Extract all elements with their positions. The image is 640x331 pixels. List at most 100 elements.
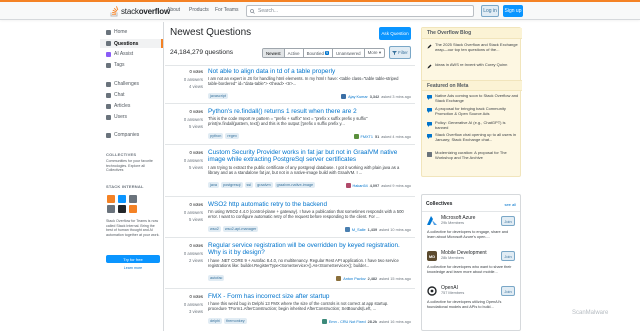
tag-wso2[interactable]: wso2	[208, 226, 221, 232]
sidebar-item-tags[interactable]: Tags	[106, 62, 125, 68]
sidebar-item-home[interactable]: Home	[106, 29, 127, 35]
meta-item-link[interactable]: Modernizing curation: A proposal for The…	[435, 150, 519, 161]
join-button[interactable]: Join	[501, 216, 515, 226]
tab-active[interactable]: Active	[285, 49, 304, 57]
openai-logo[interactable]	[427, 286, 437, 296]
meta-item-link[interactable]: A proposal for bringing back Community P…	[435, 106, 519, 117]
sidebar-item-questions[interactable]: Questions	[100, 39, 163, 48]
microsoft-azure-logo[interactable]	[427, 216, 437, 226]
collectives-widget: Collectives see all Microsoft Azure 29k …	[421, 194, 521, 331]
join-button[interactable]: Join	[501, 251, 515, 261]
question-excerpt: I have this weird bug in Delphi 13 FMX w…	[208, 301, 389, 311]
filter-button[interactable]: Filter	[389, 46, 411, 59]
meta-item-link[interactable]: Stack Overflow chat opening up to all us…	[435, 132, 519, 143]
asked-time: asked 16 mins ago	[379, 319, 411, 324]
question-tags: java postgresql ssl graalvm graalvm-nati…	[208, 182, 316, 188]
user-name-link[interactable]: M_Salle	[352, 228, 366, 232]
tag-firemonkey[interactable]: firemonkey	[224, 318, 247, 324]
sidebar-item-articles[interactable]: Articles	[106, 103, 130, 109]
tag-java[interactable]: java	[208, 182, 219, 188]
question-count: 24,184,279 questions	[170, 49, 234, 56]
nav-for-teams[interactable]: For Teams	[215, 7, 239, 13]
divider	[422, 211, 520, 212]
ask-question-button[interactable]: Ask Question	[379, 27, 411, 40]
scanmalware-watermark: ScanMalware	[572, 310, 609, 316]
tag-wso2-api-manager[interactable]: wso2-api-manager	[222, 226, 259, 232]
tag-postgresql[interactable]: postgresql	[220, 182, 243, 188]
sidebar-item-chat[interactable]: Chat	[106, 92, 125, 98]
answer-count: 0 answers	[183, 157, 203, 163]
signup-button[interactable]: Sign up	[503, 5, 523, 17]
collective-description: A collective for developers utilizing Op…	[427, 300, 502, 309]
tag-javascript[interactable]: javascript	[208, 93, 229, 99]
view-count: 2 views	[189, 258, 203, 263]
question-tags: delphi firemonkey	[208, 318, 247, 324]
collective-members: 28k Members	[441, 256, 465, 260]
nav-products[interactable]: Products	[189, 7, 209, 13]
meta-item-link[interactable]: Native Ads coming soon to Stack Overflow…	[435, 93, 519, 104]
question-excerpt: This is the code Import re pattern = "pr…	[208, 116, 368, 126]
avatar[interactable]	[341, 94, 347, 99]
try-for-free-button[interactable]: Try for free	[106, 255, 160, 263]
sidebar-item-users[interactable]: Users	[106, 114, 127, 120]
tab-newest[interactable]: Newest	[263, 49, 285, 57]
avatar[interactable]	[345, 183, 351, 188]
blog-item-link[interactable]: Ideas in AWS re:Invent with Corey Quinn	[435, 62, 519, 68]
question-tags: python regex	[208, 133, 239, 139]
question-title-link[interactable]: Custom Security Provider works in fat ja…	[208, 149, 408, 163]
user-name-link[interactable]: FMXT1	[361, 135, 373, 139]
user-name-link[interactable]: Emn - CRU Not Fixed	[329, 320, 366, 324]
tag-autofac[interactable]: autofac	[208, 275, 225, 281]
user-reputation: 28.2k	[367, 319, 378, 324]
question-excerpt: I have .NET CORE 9 + Autofac 8.4.0, no m…	[208, 258, 399, 268]
avatar[interactable]	[321, 319, 327, 324]
join-button[interactable]: Join	[501, 286, 515, 296]
question-title-link[interactable]: Regular service registration will be ove…	[208, 242, 408, 256]
search-input[interactable]: Search...	[246, 5, 474, 17]
sidebar-item-challenges[interactable]: Challenges	[106, 81, 139, 87]
left-sidebar: Home Questions AI Assist Tags Challenges…	[100, 22, 164, 331]
question-excerpt: I'm using WSO2 4.4.0 (control-plane + ga…	[208, 209, 404, 219]
question-title-link[interactable]: WSO2 http automatic retry to the backend	[208, 201, 408, 208]
tag-python[interactable]: python	[208, 133, 224, 139]
user-name-link[interactable]: Hakan54	[353, 184, 368, 188]
user-name-link[interactable]: Ajay Kumar	[348, 95, 368, 99]
login-button[interactable]: Log in	[481, 5, 499, 17]
asked-time: asked 15 mins ago	[379, 276, 411, 281]
collective-description: A collective for developers who want to …	[427, 265, 512, 274]
view-count: 5 views	[189, 217, 203, 222]
tag-delphi[interactable]: delphi	[208, 318, 223, 324]
stack-internal-description: Stack Overflow for Teams is now called S…	[106, 219, 160, 237]
avatar[interactable]	[336, 276, 342, 281]
view-count: 3 views	[189, 309, 203, 314]
tag-graalvm[interactable]: graalvm	[255, 182, 273, 188]
learn-more-link[interactable]: Learn more	[106, 266, 160, 271]
question-summary: 0 votes 0 answers 5 views Custom Securit…	[165, 146, 415, 197]
stack-overflow-logo[interactable]: stackoverflow	[110, 6, 170, 17]
avatar[interactable]	[353, 134, 359, 139]
tag-ssl[interactable]: ssl	[244, 182, 254, 188]
tag-regex[interactable]: regex	[225, 133, 239, 139]
sidebar-item-companies[interactable]: Companies	[106, 132, 139, 138]
sidebar-item-ai-assist[interactable]: AI Assist	[106, 51, 133, 57]
tag-graalvm-native-image[interactable]: graalvm-native-image	[274, 182, 316, 188]
nav-about[interactable]: About	[167, 7, 180, 13]
avatar[interactable]	[344, 227, 350, 232]
stack-internal-illustration	[107, 195, 137, 213]
tab-more[interactable]: More ▾	[365, 49, 384, 57]
question-user-card: Emn - CRU Not Fixed 28.2k asked 16 mins …	[321, 319, 411, 324]
mobile-development-logo[interactable]: MD	[427, 251, 437, 261]
user-name-link[interactable]: Anton Pavlov	[343, 277, 365, 281]
pencil-icon	[427, 44, 432, 49]
meta-item-link[interactable]: Policy: Generative AI (e.g., ChatGPT) is…	[435, 120, 519, 131]
question-excerpt: I am not an expert in JS for handling ht…	[208, 76, 399, 86]
blog-item-link[interactable]: The 2025 Stack Overflow and Stack Exchan…	[435, 42, 519, 53]
question-title-link[interactable]: Python's re.findall() returns 1 result w…	[208, 108, 408, 115]
question-title-link[interactable]: Not able to align data in td of a table …	[208, 68, 408, 75]
question-user-card: Ajay Kumar 3,342 asked 3 mins ago	[341, 94, 411, 99]
see-all-link[interactable]: see all	[504, 202, 516, 207]
user-reputation: 51	[375, 134, 380, 139]
tab-unanswered[interactable]: Unanswered	[333, 49, 365, 57]
tab-bountied[interactable]: Bountied 9	[304, 49, 333, 57]
question-title-link[interactable]: FMX - Form has incorrect size after star…	[208, 293, 408, 300]
